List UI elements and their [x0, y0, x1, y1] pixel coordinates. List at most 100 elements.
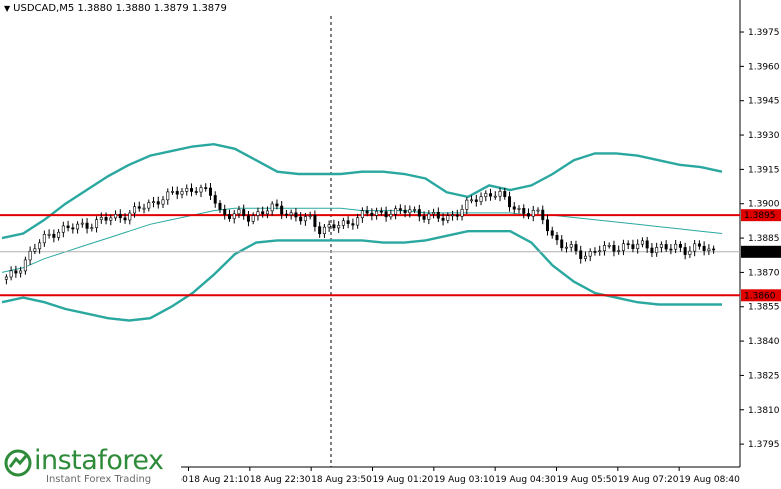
y-tick-label: 1.3930 [748, 131, 780, 141]
chart-header: ▼ USDCAD,M5 1.3880 1.3880 1.3879 1.3879 [4, 3, 227, 14]
upper-band [1, 142, 723, 240]
logo-icon [4, 449, 32, 477]
candle-body [299, 216, 303, 222]
candle-body [251, 215, 255, 222]
x-tick-label: 19 Aug 07:20 [618, 475, 679, 485]
candle-body [436, 211, 440, 219]
candle-body [484, 193, 488, 197]
candle-body [4, 276, 8, 280]
candle-body [85, 222, 89, 229]
candle-body [38, 242, 42, 250]
chart-window[interactable]: 1.3895 1.3860 1.3879 1.3975 1.3960 1.3945 1.3… [0, 0, 781, 489]
candle-body [493, 195, 497, 198]
candle-body [322, 226, 326, 235]
candle-body [71, 227, 75, 230]
candle-body [583, 255, 587, 259]
candle-body [218, 202, 222, 210]
logo-name: instaforex [34, 445, 164, 476]
candle-body [432, 211, 436, 215]
candle-body [28, 250, 32, 261]
candle-body [275, 203, 279, 207]
price-axis: 1.39751.39601.39451.39301.39151.39001.38… [740, 28, 780, 450]
y-tick-label: 1.3975 [748, 28, 780, 38]
candle-body [474, 199, 478, 202]
y-tick-label: 1.3945 [748, 97, 780, 107]
candle-body [123, 217, 127, 221]
candle-body [284, 213, 288, 216]
candle-body [536, 209, 540, 212]
candle-body [171, 191, 175, 193]
candle-body [166, 191, 170, 201]
candle-body [365, 210, 369, 214]
candle-body [569, 244, 573, 248]
candle-body [545, 219, 549, 232]
candle-body [607, 244, 611, 247]
candle-body [503, 191, 507, 197]
current-price-label: 1.3879 [744, 248, 776, 258]
candle-body [612, 244, 616, 252]
candle-body [208, 187, 212, 196]
candle-body [588, 251, 592, 257]
candle-body [223, 209, 227, 215]
candle-body [194, 191, 198, 193]
candle-body [23, 259, 27, 272]
y-tick-label: 1.3825 [748, 371, 780, 381]
y-tick-label: 1.3900 [748, 200, 780, 210]
logo-tagline: Instant Forex Trading [46, 474, 152, 485]
candle-body [308, 215, 312, 217]
candle-body [650, 247, 654, 254]
bollinger-bands [1, 142, 723, 322]
candle-body [645, 240, 649, 249]
candle-body [446, 215, 450, 221]
y-tick-label: 1.3870 [748, 268, 780, 278]
candle-body [688, 250, 692, 255]
x-tick-label: 19 Aug 03:10 [434, 475, 495, 485]
candles [4, 182, 716, 285]
candle-body [199, 187, 203, 193]
candle-body [455, 214, 459, 217]
candle-body [598, 250, 602, 253]
candle-body [375, 210, 379, 216]
candle-body [303, 216, 307, 222]
y-tick-label: 1.3885 [748, 234, 780, 244]
candle-body [109, 217, 113, 221]
candle-body [460, 209, 464, 217]
candle-body [289, 212, 293, 216]
x-tick-label: 19 Aug 08:40 [679, 475, 740, 485]
candle-body [118, 213, 122, 219]
candle-body [52, 233, 56, 238]
candle-body [185, 188, 189, 192]
candle-body [631, 244, 635, 249]
x-tick-label: 18 Aug 21:10 [189, 475, 250, 485]
candle-body [531, 210, 535, 217]
candle-body [99, 217, 103, 220]
candle-body [175, 191, 179, 195]
candle-body [427, 213, 431, 220]
candle-body [142, 207, 146, 210]
candle-body [640, 240, 644, 245]
candle-body [128, 212, 132, 221]
candle-body [327, 224, 331, 228]
candle-body [57, 231, 61, 238]
candle-body [280, 205, 284, 215]
candle-body [508, 196, 512, 208]
candle-body [512, 206, 516, 210]
candle-body [9, 270, 13, 278]
candle-body [104, 217, 108, 221]
price-levels: 1.3895 1.3860 1.3879 [0, 209, 781, 302]
candle-body [337, 225, 341, 229]
candle-body [702, 245, 706, 251]
triangle-down-icon[interactable]: ▼ [4, 4, 10, 13]
candle-body [659, 244, 663, 248]
candle-body [693, 243, 697, 252]
y-tick-label: 1.3855 [748, 303, 780, 313]
price-chart[interactable]: 1.3895 1.3860 1.3879 1.3975 1.3960 1.3945 1.3… [0, 0, 781, 489]
candle-body [465, 199, 469, 210]
x-tick-label: 19 Aug 04:30 [495, 475, 556, 485]
candle-body [161, 199, 165, 205]
candle-body [564, 246, 568, 249]
y-tick-label: 1.3840 [748, 337, 780, 347]
candle-body [602, 245, 606, 252]
candle-body [626, 243, 630, 246]
candle-body [261, 211, 265, 215]
